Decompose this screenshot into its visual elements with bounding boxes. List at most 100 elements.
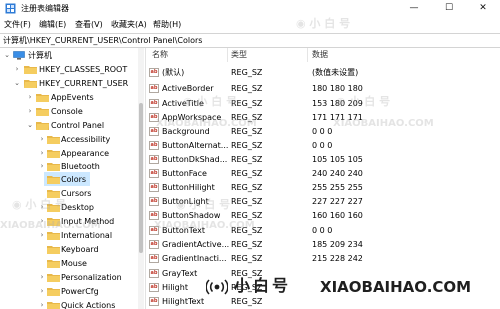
tree-item-label: Cursors [61,189,92,198]
menu-file[interactable]: 文件(F) [4,19,31,30]
tree-pane: ⌄ 计算机 › HKEY_CLASSES_ROOT ⌄ HKEY_CURRENT… [0,48,144,309]
tree-item-keyboard[interactable]: Keyboard [0,243,138,256]
value-type: REG_SZ [231,141,263,150]
list-row-appworkspace[interactable]: ab AppWorkspace REG_SZ 171 171 171 [147,110,500,125]
folder-icon [47,260,60,268]
value-type: REG_SZ [231,113,263,122]
column-divider[interactable] [307,48,308,62]
column-header-name[interactable]: 名称 [152,48,168,62]
list-row-gradientinactivetitle[interactable]: ab GradientInacti... REG_SZ 215 228 242 [147,251,500,266]
value-type: REG_SZ [231,211,263,220]
folder-icon [47,302,60,309]
tree-item-label: Bluetooth [61,162,100,171]
tree-item-input-method[interactable]: › Input Method [0,215,138,228]
tree-item-powercfg[interactable]: › PowerCfg [0,285,138,298]
column-header-type[interactable]: 类型 [231,48,247,62]
chevron-right-icon[interactable]: › [38,133,46,146]
chevron-down-icon[interactable]: ⌄ [3,49,11,62]
values-list: 名称 类型 数据 ab (默认) REG_SZ (数值未设置) ab Activ… [147,48,500,309]
chevron-right-icon[interactable]: › [38,271,46,284]
list-row-buttonhilight[interactable]: ab ButtonHilight REG_SZ 255 255 255 [147,180,500,195]
folder-icon [47,136,60,144]
string-value-icon: ab [149,183,159,192]
menu-favorites[interactable]: 收藏夹(A) [111,19,147,30]
tree-item-bluetooth[interactable]: › Bluetooth [0,160,138,173]
tree-item-international[interactable]: › International [0,229,138,242]
list-row-buttonalternate[interactable]: ab ButtonAlternat... REG_SZ 0 0 0 [147,138,500,153]
chevron-right-icon[interactable]: › [38,147,46,160]
tree-item-appearance[interactable]: › Appearance [0,147,138,160]
chevron-down-icon[interactable]: ⌄ [13,77,21,90]
list-row-buttondkshadow[interactable]: ab ButtonDkShad... REG_SZ 105 105 105 [147,152,500,167]
menu-help[interactable]: 帮助(H) [153,19,181,30]
close-button[interactable]: ✕ [466,0,500,17]
value-type: REG_SZ [231,297,263,306]
value-name: (默认) [162,68,185,77]
value-type: REG_SZ [231,169,263,178]
value-name: ActiveTitle [162,99,204,108]
list-row-buttonlight[interactable]: ab ButtonLight REG_SZ 227 227 227 [147,194,500,209]
tree-item-accessibility[interactable]: › Accessibility [0,133,138,146]
value-data: 153 180 209 [312,99,363,108]
tree-item-cursors[interactable]: Cursors [0,187,138,200]
value-name: Background [162,127,210,136]
string-value-icon: ab [149,68,159,77]
tree-item-mouse[interactable]: Mouse [0,257,138,270]
chevron-right-icon[interactable]: › [26,105,34,118]
address-path[interactable]: 计算机\HKEY_CURRENT_USER\Control Panel\Colo… [3,35,202,47]
chevron-down-icon[interactable]: ⌄ [26,119,34,132]
list-row-gradientactivetitle[interactable]: ab GradientActive... REG_SZ 185 209 234 [147,237,500,252]
value-name: ButtonAlternat... [162,141,229,150]
tree-item-computer[interactable]: ⌄ 计算机 [0,49,138,62]
list-row-activeborder[interactable]: ab ActiveBorder REG_SZ 180 180 180 [147,81,500,96]
folder-icon [47,274,60,282]
menu-view[interactable]: 查看(V) [75,19,103,30]
tree-item-hkey-classes-root[interactable]: › HKEY_CLASSES_ROOT [0,63,138,76]
list-row-buttontext[interactable]: ab ButtonText REG_SZ 0 0 0 [147,223,500,238]
chevron-right-icon[interactable]: › [38,229,46,242]
chevron-right-icon[interactable]: › [38,201,46,214]
maximize-button[interactable]: ☐ [432,0,466,17]
tree-scrollbar[interactable] [138,48,144,309]
value-name: ButtonShadow [162,211,221,220]
folder-icon [47,288,60,296]
value-data: 180 180 180 [312,84,363,93]
string-value-icon: ab [149,84,159,93]
tree-item-desktop[interactable]: › Desktop [0,201,138,214]
tree-item-label: HKEY_CLASSES_ROOT [39,65,128,74]
tree-item-appevents[interactable]: › AppEvents [0,91,138,104]
chevron-right-icon[interactable]: › [38,285,46,298]
value-data: 240 240 240 [312,169,363,178]
column-header-data[interactable]: 数据 [312,48,328,62]
folder-icon [47,246,60,254]
chevron-right-icon[interactable]: › [38,160,46,173]
chevron-right-icon[interactable]: › [38,299,46,309]
list-row-buttonshadow[interactable]: ab ButtonShadow REG_SZ 160 160 160 [147,208,500,223]
tree-item-control-panel[interactable]: ⌄ Control Panel [0,119,138,132]
tree-item-label: Control Panel [51,121,105,130]
tree-item-personalization[interactable]: › Personalization [0,271,138,284]
tree-item-label: Desktop [61,203,94,212]
list-row-background[interactable]: ab Background REG_SZ 0 0 0 [147,124,500,139]
tree-item-label: AppEvents [51,93,94,102]
chevron-right-icon[interactable]: › [26,91,34,104]
list-row-default[interactable]: ab (默认) REG_SZ (数值未设置) [147,65,500,80]
address-bar[interactable]: 计算机\HKEY_CURRENT_USER\Control Panel\Colo… [0,33,500,48]
tree-item-console[interactable]: › Console [0,105,138,118]
brand-name-cn: 小白号 [234,276,292,295]
tree-scrollbar-thumb[interactable] [139,103,143,253]
column-divider[interactable] [227,48,228,62]
tree-item-label: International [61,231,113,240]
tree-item-label: Appearance [61,149,110,158]
minimize-button[interactable]: — [397,0,431,17]
tree-item-quick-actions[interactable]: › Quick Actions [0,299,138,309]
tree-item-colors[interactable]: Colors [0,173,138,186]
list-row-buttonface[interactable]: ab ButtonFace REG_SZ 240 240 240 [147,166,500,181]
pane-splitter[interactable] [145,48,146,309]
tree-item-hkey-current-user[interactable]: ⌄ HKEY_CURRENT_USER [0,77,138,90]
chevron-right-icon[interactable]: › [38,215,46,228]
chevron-right-icon[interactable]: › [13,63,21,76]
menu-edit[interactable]: 编辑(E) [39,19,66,30]
tree-item-label: PowerCfg [61,287,99,296]
list-row-activetitle[interactable]: ab ActiveTitle REG_SZ 153 180 209 [147,96,500,111]
